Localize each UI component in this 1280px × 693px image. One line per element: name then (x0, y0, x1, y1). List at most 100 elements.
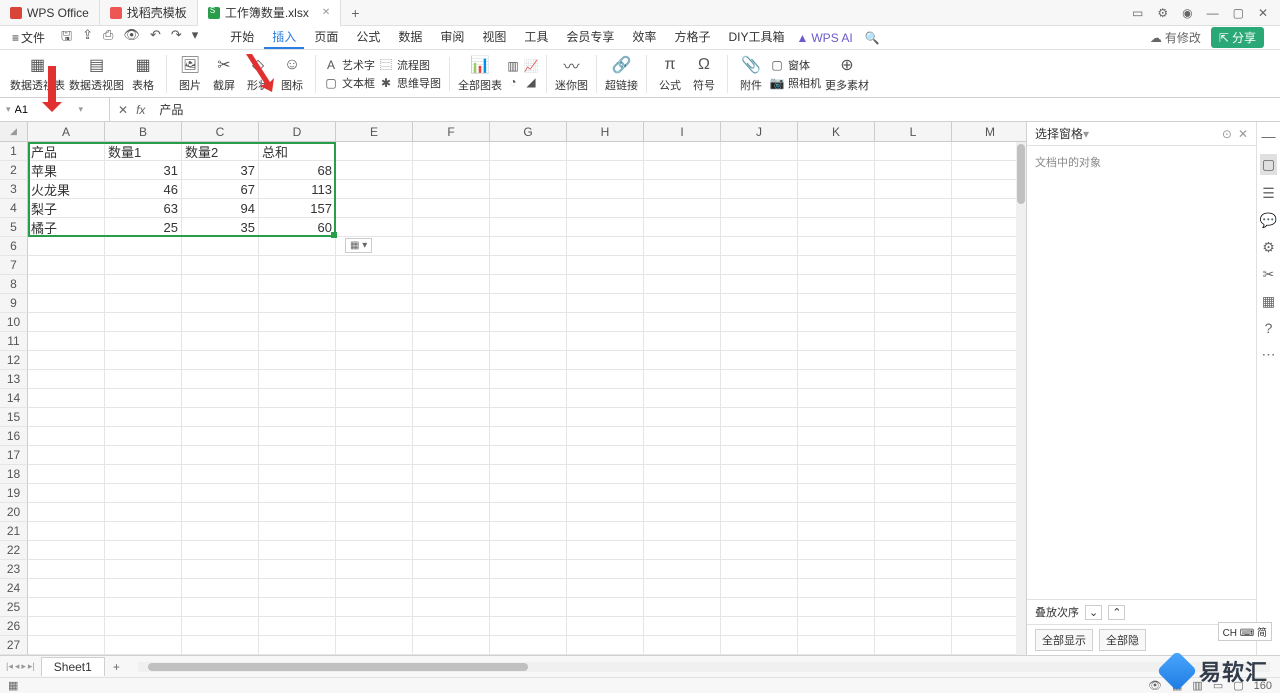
cell[interactable] (105, 389, 182, 408)
sidebar-calendar-icon[interactable]: ▦ (1262, 293, 1275, 310)
cell[interactable] (259, 389, 336, 408)
cell[interactable] (259, 427, 336, 446)
cell[interactable] (259, 351, 336, 370)
cell[interactable] (28, 313, 105, 332)
row-header[interactable]: 3 (0, 180, 28, 199)
cell[interactable] (490, 180, 567, 199)
cell[interactable] (875, 161, 952, 180)
cell[interactable] (182, 560, 259, 579)
paste-options-button[interactable]: ▦ ▾ (345, 238, 372, 253)
cell[interactable] (182, 275, 259, 294)
cell[interactable] (105, 484, 182, 503)
cell[interactable] (798, 313, 875, 332)
cell[interactable] (182, 446, 259, 465)
cell[interactable] (644, 465, 721, 484)
row-header[interactable]: 19 (0, 484, 28, 503)
cell[interactable] (105, 465, 182, 484)
cell[interactable]: 35 (182, 218, 259, 237)
cell[interactable] (721, 180, 798, 199)
cell[interactable] (721, 636, 798, 655)
row-header[interactable]: 5 (0, 218, 28, 237)
cell[interactable] (721, 218, 798, 237)
cell[interactable] (952, 199, 1026, 218)
cell[interactable] (28, 408, 105, 427)
cell[interactable] (644, 427, 721, 446)
first-sheet-icon[interactable]: |◂ (6, 661, 13, 672)
cell[interactable] (490, 256, 567, 275)
cell[interactable] (721, 142, 798, 161)
row-header[interactable]: 7 (0, 256, 28, 275)
row-header[interactable]: 15 (0, 408, 28, 427)
cell[interactable] (182, 408, 259, 427)
cell[interactable] (105, 351, 182, 370)
row-header[interactable]: 23 (0, 560, 28, 579)
cell[interactable] (490, 370, 567, 389)
cell[interactable] (952, 313, 1026, 332)
cell[interactable] (875, 560, 952, 579)
cell[interactable] (28, 636, 105, 655)
cell[interactable] (875, 237, 952, 256)
close-window-icon[interactable]: ✕ (1258, 6, 1268, 20)
cell[interactable] (336, 408, 413, 427)
cell[interactable] (567, 180, 644, 199)
cell[interactable] (336, 294, 413, 313)
cell[interactable] (105, 332, 182, 351)
cell[interactable] (567, 199, 644, 218)
cell[interactable] (644, 313, 721, 332)
cell[interactable] (259, 446, 336, 465)
row-header[interactable]: 4 (0, 199, 28, 218)
cell[interactable] (336, 256, 413, 275)
textbox-button[interactable]: ▢文本框 (324, 75, 375, 91)
cell[interactable] (259, 484, 336, 503)
cell[interactable] (644, 484, 721, 503)
cell[interactable] (336, 427, 413, 446)
column-header[interactable]: E (336, 122, 413, 142)
changes-indicator[interactable]: ☁ 有修改 (1150, 29, 1201, 46)
cell[interactable] (875, 427, 952, 446)
sidebar-more-icon[interactable]: ⋯ (1262, 346, 1276, 363)
cell[interactable] (721, 541, 798, 560)
cell[interactable] (644, 541, 721, 560)
cell[interactable]: 总和 (259, 142, 336, 161)
cell[interactable] (798, 560, 875, 579)
cell[interactable] (567, 408, 644, 427)
cell[interactable] (413, 294, 490, 313)
cell[interactable] (567, 427, 644, 446)
cell[interactable] (798, 522, 875, 541)
cell[interactable] (259, 294, 336, 313)
column-header[interactable]: K (798, 122, 875, 142)
cell[interactable] (490, 389, 567, 408)
cell[interactable] (875, 180, 952, 199)
cell[interactable] (413, 560, 490, 579)
cell[interactable]: 橘子 (28, 218, 105, 237)
cell[interactable] (798, 370, 875, 389)
cell[interactable] (567, 275, 644, 294)
cell[interactable] (644, 237, 721, 256)
hyperlink-button[interactable]: 🔗超链接 (605, 55, 638, 93)
hscroll-thumb[interactable] (148, 663, 528, 671)
cell[interactable] (336, 389, 413, 408)
cell[interactable] (798, 541, 875, 560)
cell[interactable] (798, 180, 875, 199)
row-header[interactable]: 8 (0, 275, 28, 294)
row-header[interactable]: 2 (0, 161, 28, 180)
cell[interactable] (567, 579, 644, 598)
cell[interactable] (644, 617, 721, 636)
cell[interactable] (644, 598, 721, 617)
cell[interactable] (798, 427, 875, 446)
cell[interactable] (336, 446, 413, 465)
tab-diy[interactable]: DIY工具箱 (720, 26, 792, 49)
avatar-icon[interactable]: ◉ (1182, 6, 1192, 20)
cell[interactable] (490, 142, 567, 161)
picture-button[interactable]: 🖼图片 (175, 55, 205, 93)
cell[interactable] (490, 275, 567, 294)
screenshot-button[interactable]: ✂截屏 (209, 55, 239, 93)
cell[interactable] (182, 484, 259, 503)
cell[interactable] (952, 351, 1026, 370)
cell[interactable] (798, 408, 875, 427)
table-button[interactable]: ▦表格 (128, 55, 158, 93)
column-header[interactable]: J (721, 122, 798, 142)
cell[interactable] (644, 351, 721, 370)
cell[interactable] (182, 503, 259, 522)
cell[interactable] (336, 180, 413, 199)
